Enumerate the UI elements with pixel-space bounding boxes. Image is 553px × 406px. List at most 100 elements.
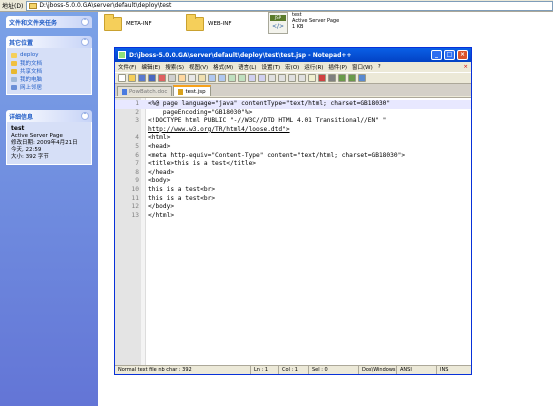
tab-powbatch[interactable]: PowBatch.doc — [117, 86, 173, 96]
record-macro-icon[interactable] — [318, 74, 326, 82]
details-time: 今天, 22:59 — [11, 147, 42, 153]
status-encoding: ANSI — [397, 366, 437, 374]
line-number: 9 — [135, 177, 139, 185]
line-text: <meta http-equiv="Content-Type" content=… — [148, 151, 406, 159]
run-macro-icon[interactable] — [348, 74, 356, 82]
place-label: deploy — [20, 52, 39, 58]
line-text: </head> — [148, 168, 175, 176]
details-modified: 修改日期: 2009年4月21日 — [11, 140, 78, 146]
details-filename: test — [11, 125, 25, 132]
place-link-shared-documents[interactable]: 共享文档 — [11, 67, 87, 75]
menu-settings[interactable]: 设置(T) — [262, 63, 281, 71]
computer-icon — [11, 76, 17, 82]
chevron-up-icon[interactable]: ˄ — [81, 112, 89, 120]
file-tasks-title: 文件和文件夹任务 — [9, 19, 58, 27]
other-places-title: 其它位置 — [9, 39, 34, 47]
copy-icon[interactable] — [188, 74, 196, 82]
tab-label: PowBatch.doc — [129, 88, 168, 95]
place-label: 我的电脑 — [20, 77, 43, 83]
window-title: D:\jboss-5.0.0.GA\server\default\deploy\… — [129, 51, 352, 59]
play-macro-icon[interactable] — [338, 74, 346, 82]
code-line: 7 <title>this is a test</title> — [115, 160, 471, 169]
stop-macro-icon[interactable] — [328, 74, 336, 82]
line-text: </html> — [148, 211, 175, 219]
status-column: Col : 1 — [279, 366, 309, 374]
indent-guide-icon[interactable] — [298, 74, 306, 82]
open-file-icon[interactable] — [128, 74, 136, 82]
window-titlebar[interactable]: D:\jboss-5.0.0.GA\server\default\deploy\… — [115, 48, 471, 62]
app-icon — [118, 51, 126, 59]
code-line: 2 pageEncoding="GB18030"%> — [115, 109, 471, 118]
code-editor[interactable]: 1 <%@ page language="java" contentType="t… — [115, 97, 471, 366]
line-number: 10 — [131, 185, 139, 193]
menu-edit[interactable]: 编辑(E) — [141, 63, 160, 71]
file-name: META-INF — [126, 21, 152, 27]
show-all-chars-icon[interactable] — [288, 74, 296, 82]
close-doc-icon[interactable]: × — [463, 64, 471, 70]
replace-icon[interactable] — [238, 74, 246, 82]
close-button[interactable]: × — [457, 50, 468, 60]
code-glyph-icon: </> — [272, 23, 285, 30]
find-icon[interactable] — [228, 74, 236, 82]
file-item-meta-inf[interactable]: META-INF — [104, 14, 152, 31]
file-info: test Active Server Page 1 KB — [292, 12, 339, 30]
zoom-out-icon[interactable] — [258, 74, 266, 82]
minimize-button[interactable]: _ — [431, 50, 442, 60]
place-link-deploy[interactable]: deploy — [11, 51, 87, 59]
zoom-in-icon[interactable] — [248, 74, 256, 82]
details-header[interactable]: 详细信息 ˄ — [6, 110, 92, 122]
tab-test-jsp[interactable]: test.jsp — [173, 85, 211, 96]
menu-language[interactable]: 语言(L) — [238, 63, 256, 71]
address-input[interactable]: D:\jboss-5.0.0.GA\server\default\deploy\… — [26, 0, 553, 11]
place-link-my-documents[interactable]: 我的文档 — [11, 59, 87, 67]
menu-format[interactable]: 格式(M) — [213, 63, 233, 71]
code-line: 6 <meta http-equiv="Content-Type" content… — [115, 152, 471, 161]
place-link-network[interactable]: 网上邻居 — [11, 83, 87, 91]
menu-plugins[interactable]: 插件(P) — [328, 63, 347, 71]
toolbar — [115, 72, 471, 84]
place-label: 我的文档 — [20, 61, 43, 67]
line-text: http://www.w3.org/TR/html4/loose.dtd"> — [148, 125, 290, 133]
save-icon[interactable] — [138, 74, 146, 82]
line-text: <title>this is a test</title> — [148, 160, 257, 168]
line-text: <body> — [148, 177, 171, 185]
function-list-icon[interactable] — [308, 74, 316, 82]
file-tasks-header[interactable]: 文件和文件夹任务 ˅ — [6, 16, 92, 28]
chevron-down-icon[interactable]: ˅ — [81, 18, 89, 26]
menu-view[interactable]: 视图(V) — [189, 63, 208, 71]
save-all-icon[interactable] — [148, 74, 156, 82]
file-item-web-inf[interactable]: WEB-INF — [186, 14, 232, 31]
menu-macro[interactable]: 宏(O) — [285, 63, 299, 71]
menu-run[interactable]: 运行(R) — [304, 63, 323, 71]
document-icon — [122, 88, 127, 95]
file-name: WEB-INF — [208, 21, 232, 27]
menu-file[interactable]: 文件(F) — [118, 63, 136, 71]
line-text: <html> — [148, 134, 171, 142]
file-item-test-jsp[interactable]: JSP </> test Active Server Page 1 KB — [268, 12, 339, 34]
status-bar: Normal text file nb char : 392 Ln : 1 Co… — [115, 365, 471, 374]
place-link-my-computer[interactable]: 我的电脑 — [11, 75, 87, 83]
document-icon — [178, 88, 184, 95]
undo-icon[interactable] — [208, 74, 216, 82]
cut-icon[interactable] — [178, 74, 186, 82]
menu-window[interactable]: 窗口(W) — [352, 63, 373, 71]
redo-icon[interactable] — [218, 74, 226, 82]
menu-search[interactable]: 搜索(S) — [165, 63, 184, 71]
wrap-icon[interactable] — [278, 74, 286, 82]
sync-scroll-icon[interactable] — [268, 74, 276, 82]
address-bar: 地址(D) D:\jboss-5.0.0.GA\server\default\d… — [0, 0, 553, 12]
jsp-file-icon: JSP </> — [268, 12, 288, 34]
new-file-icon[interactable] — [118, 74, 126, 82]
details-type: Active Server Page — [11, 133, 63, 139]
status-eol: Dos\Windows — [359, 366, 397, 374]
maximize-button[interactable]: □ — [444, 50, 455, 60]
close-file-icon[interactable] — [158, 74, 166, 82]
print-icon[interactable] — [168, 74, 176, 82]
save-macro-icon[interactable] — [358, 74, 366, 82]
place-label: 网上邻居 — [20, 85, 43, 91]
paste-icon[interactable] — [198, 74, 206, 82]
menu-help[interactable]: ? — [378, 64, 381, 70]
other-places-header[interactable]: 其它位置 ˄ — [6, 36, 92, 48]
line-text: <!DOCTYPE html PUBLIC "-//W3C//DTD HTML … — [148, 117, 387, 125]
chevron-up-icon[interactable]: ˄ — [81, 38, 89, 46]
